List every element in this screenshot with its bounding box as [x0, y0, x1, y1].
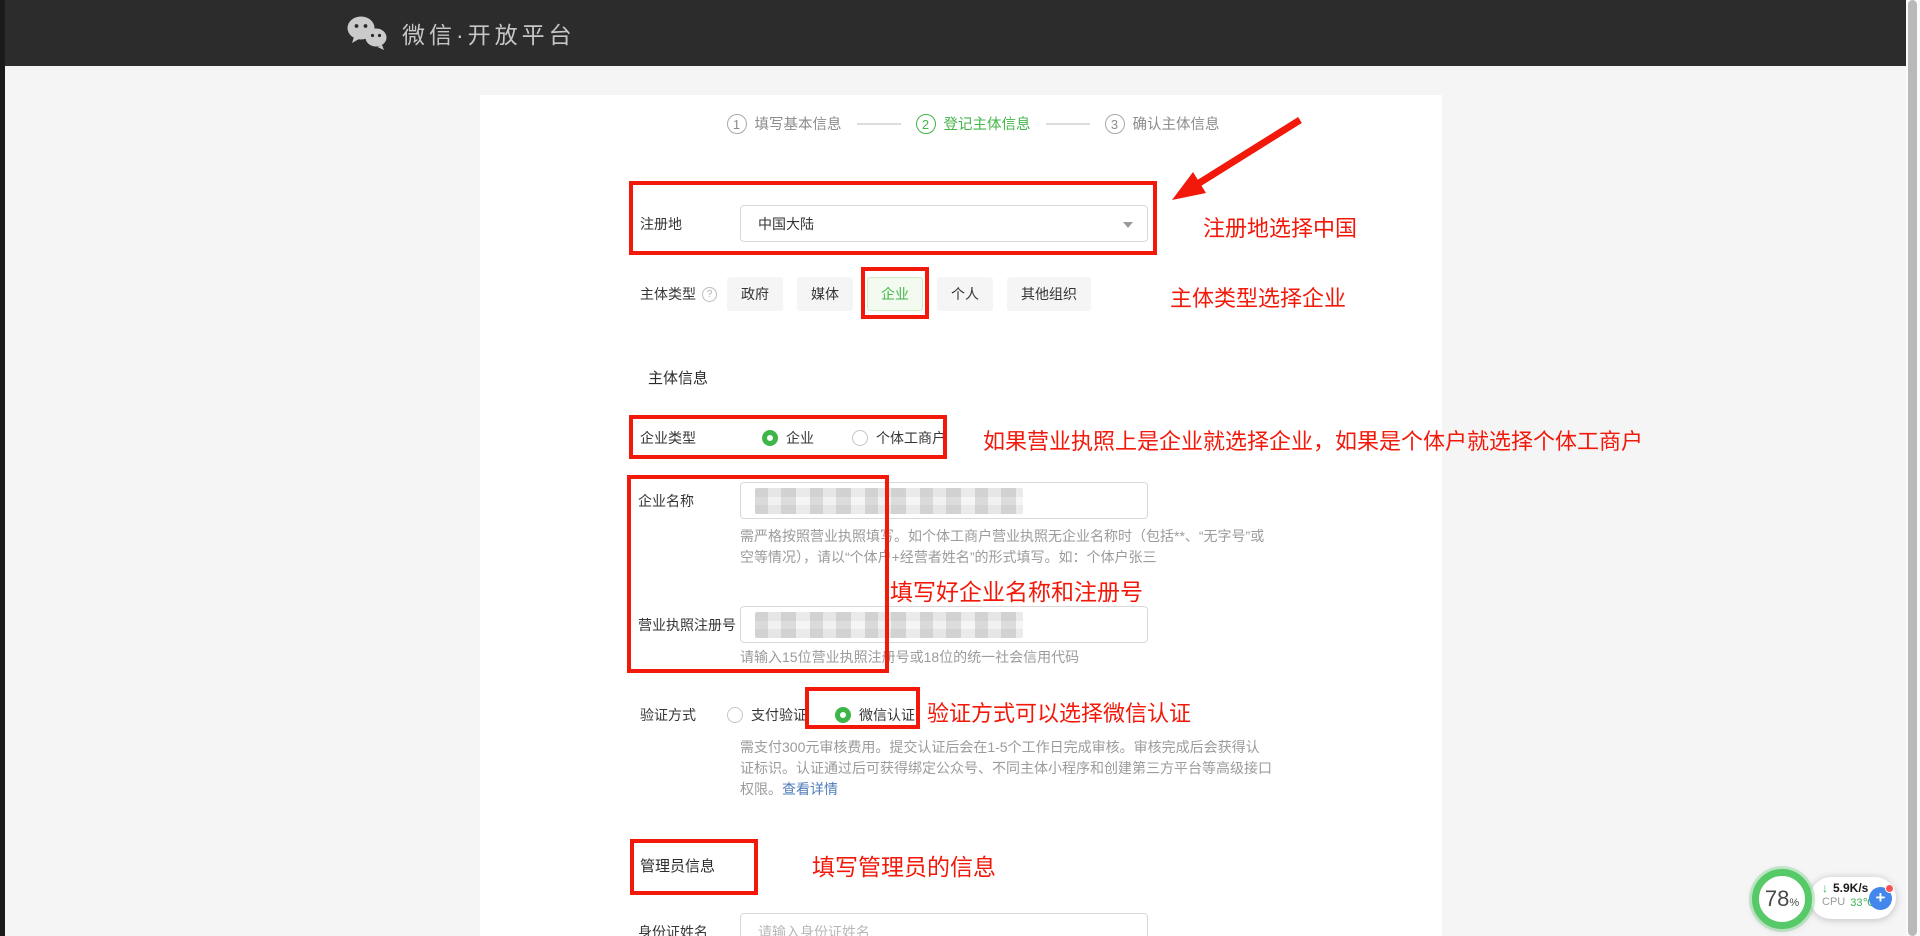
- subject-section-title: 主体信息: [648, 367, 708, 388]
- radio-individual-business[interactable]: 个体工商户: [852, 428, 946, 448]
- annotation-name-license: 填写好企业名称和注册号: [890, 573, 1143, 607]
- window-left-edge: [0, 0, 5, 936]
- id-name-input[interactable]: 请输入身份证姓名: [740, 913, 1148, 936]
- cpu-label: CPU: [1822, 896, 1845, 909]
- id-name-label: 身份证姓名: [638, 913, 708, 936]
- step-3-label: 确认主体信息: [1133, 113, 1220, 134]
- step-1: 1 填写基本信息: [727, 113, 842, 134]
- verify-method-radios: 支付验证 微信认证: [727, 698, 915, 732]
- step-2-circle: 2: [916, 114, 936, 134]
- company-name-helper-2: 空等情况），请以“个体户+经营者姓名”的形式填写。如：个体户张三: [740, 547, 1157, 568]
- memory-percent-value: 78: [1765, 886, 1789, 912]
- radio-wechat-verify[interactable]: 微信认证: [835, 705, 915, 725]
- app-title: 微信·开放平台: [402, 16, 576, 50]
- entity-type-label-text: 主体类型: [640, 284, 696, 304]
- radio-individual-label: 个体工商户: [876, 428, 946, 448]
- license-no-blurred-value: [755, 612, 1023, 638]
- verify-helper-3: 权限。查看详情: [740, 779, 838, 800]
- license-no-input[interactable]: [740, 606, 1148, 643]
- stepper: 1 填写基本信息 2 登记主体信息 3 确认主体信息: [492, 113, 1454, 134]
- entity-option-government[interactable]: 政府: [727, 277, 783, 311]
- annotation-company-type: 如果营业执照上是企业就选择企业，如果是个体户就选择个体工商户: [983, 424, 1643, 456]
- radio-unselected-icon: [852, 430, 868, 446]
- step-2-label: 登记主体信息: [944, 113, 1031, 134]
- company-type-radios: 企业 个体工商户: [762, 421, 946, 455]
- radio-selected-icon: [762, 430, 778, 446]
- annotation-verify: 验证方式可以选择微信认证: [927, 696, 1191, 728]
- scrollbar-thumb[interactable]: [1908, 0, 1917, 936]
- verify-helper-1: 需支付300元审核费用。提交认证后会在1-5个工作日完成审核。审核完成后会获得认: [740, 737, 1260, 758]
- step-dash: [1046, 123, 1090, 125]
- app-header: 微信·开放平台: [0, 0, 1920, 66]
- registration-card: 1 填写基本信息 2 登记主体信息 3 确认主体信息 注册地 中国大陆 注册地选…: [480, 95, 1442, 936]
- reg-location-select[interactable]: 中国大陆: [740, 205, 1148, 242]
- scrollbar-track[interactable]: [1906, 0, 1920, 936]
- company-name-helper-1: 需严格按照营业执照填写。如个体工商户营业执照无企业名称时（包括**、“无字号”或: [740, 526, 1264, 547]
- radio-company-label: 企业: [786, 428, 814, 448]
- company-name-blurred-value: [755, 488, 1023, 514]
- license-no-helper: 请输入15位营业执照注册号或18位的统一社会信用代码: [740, 647, 1079, 668]
- entity-option-other[interactable]: 其他组织: [1007, 277, 1091, 311]
- company-type-label: 企业类型: [640, 421, 696, 455]
- memory-percent-unit: %: [1789, 897, 1799, 909]
- notification-dot: [1885, 884, 1894, 893]
- download-speed: 5.9K/s: [1833, 881, 1868, 895]
- radio-company[interactable]: 企业: [762, 428, 814, 448]
- company-name-input[interactable]: [740, 482, 1148, 519]
- step-3: 3 确认主体信息: [1105, 113, 1220, 134]
- step-1-label: 填写基本信息: [755, 113, 842, 134]
- reg-location-label: 注册地: [640, 205, 682, 243]
- radio-selected-icon: [835, 707, 851, 723]
- view-details-link[interactable]: 查看详情: [782, 781, 838, 797]
- reg-location-value: 中国大陆: [758, 214, 814, 234]
- step-2-active: 2 登记主体信息: [916, 113, 1031, 134]
- entity-type-options: 政府 媒体 企业 个人 其他组织: [727, 277, 1091, 311]
- annotation-reg-location: 注册地选择中国: [1203, 211, 1357, 243]
- radio-wechat-verify-label: 微信认证: [859, 705, 915, 725]
- id-name-placeholder: 请输入身份证姓名: [758, 922, 870, 936]
- company-name-label: 企业名称: [638, 482, 694, 519]
- radio-pay-verify-label: 支付验证: [751, 705, 807, 725]
- admin-section-title: 管理员信息: [640, 855, 715, 876]
- annotation-entity-type: 主体类型选择企业: [1170, 281, 1346, 313]
- step-dash: [857, 123, 901, 125]
- radio-unselected-icon: [727, 707, 743, 723]
- chevron-down-icon: [1123, 222, 1133, 228]
- radio-pay-verify[interactable]: 支付验证: [727, 705, 807, 725]
- memory-percent-ball[interactable]: 78 %: [1752, 869, 1812, 929]
- brand: 微信·开放平台: [346, 0, 576, 66]
- wechat-logo-icon: [346, 14, 388, 52]
- entity-option-personal[interactable]: 个人: [937, 277, 993, 311]
- help-question-icon[interactable]: ?: [702, 287, 717, 302]
- verify-helper-3-text: 权限。: [740, 781, 782, 797]
- verify-method-label: 验证方式: [640, 698, 696, 732]
- entity-type-label: 主体类型 ?: [640, 277, 717, 311]
- entity-option-media[interactable]: 媒体: [797, 277, 853, 311]
- step-3-circle: 3: [1105, 114, 1125, 134]
- verify-helper-2: 证标识。认证通过后可获得绑定公众号、不同主体小程序和创建第三方平台等高级接口: [740, 758, 1272, 779]
- entity-option-enterprise[interactable]: 企业: [867, 277, 923, 311]
- step-1-circle: 1: [727, 114, 747, 134]
- download-arrow-icon: ↓: [1822, 881, 1828, 895]
- annotation-admin: 填写管理员的信息: [812, 848, 996, 882]
- entity-option-enterprise-wrap: 企业: [867, 277, 923, 311]
- license-no-label: 营业执照注册号: [638, 606, 736, 643]
